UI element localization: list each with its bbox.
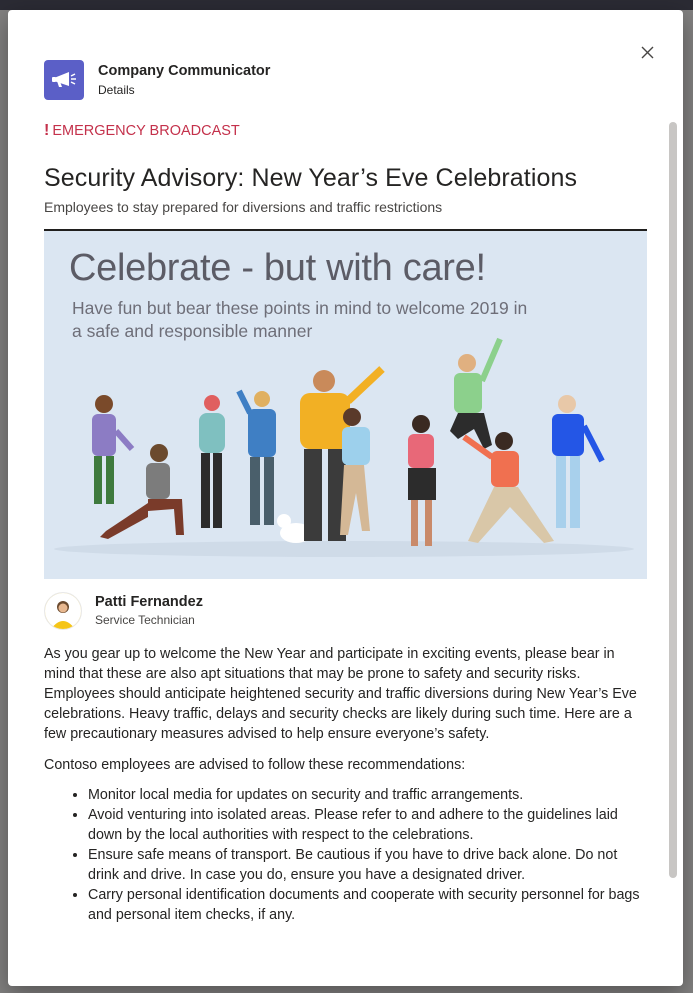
body-paragraph: As you gear up to welcome the New Year a… <box>44 646 637 742</box>
importance-label: ! EMERGENCY BROADCAST <box>44 121 647 141</box>
app-icon <box>44 60 84 100</box>
app-name: Company Communicator <box>98 62 271 79</box>
list-item: Ensure safe means of transport. Be cauti… <box>88 845 647 885</box>
list-item: Monitor local media for updates on secur… <box>88 785 647 805</box>
card-content[interactable]: ! EMERGENCY BROADCAST Security Advisory:… <box>44 118 647 986</box>
message-summary: Employees to stay prepared for diversion… <box>44 199 443 215</box>
app-subtitle: Details <box>98 82 135 97</box>
hero-headline: Celebrate - but with care! <box>69 247 486 289</box>
message-title: Security Advisory: New Year’s Eve Celebr… <box>44 164 578 192</box>
hero-subline: Have fun but bear these points in mind t… <box>72 298 528 341</box>
exclamation-icon: ! <box>44 122 50 139</box>
importance-text: EMERGENCY BROADCAST <box>52 123 240 139</box>
recommendations-intro: Contoso employees are advised to follow … <box>44 757 466 773</box>
author-name: Patti Fernandez <box>95 594 203 610</box>
list-item: Avoid venturing into isolated areas. Ple… <box>88 805 647 845</box>
megaphone-icon <box>52 72 76 87</box>
list-item: Carry personal identification documents … <box>88 885 647 925</box>
details-dialog: Company Communicator Details ! EMERGENCY… <box>8 10 683 986</box>
recommendations-list: Monitor local media for updates on secur… <box>44 785 647 925</box>
author-role: Service Technician <box>95 613 195 627</box>
author-block: Patti Fernandez Service Technician <box>44 592 647 630</box>
close-icon <box>641 46 653 58</box>
scrollbar[interactable] <box>669 122 677 878</box>
hero-image: Celebrate - but with care! Have fun but … <box>44 231 647 579</box>
close-button[interactable] <box>637 42 657 62</box>
avatar <box>44 592 82 630</box>
dialog-header: Company Communicator Details <box>44 60 270 100</box>
